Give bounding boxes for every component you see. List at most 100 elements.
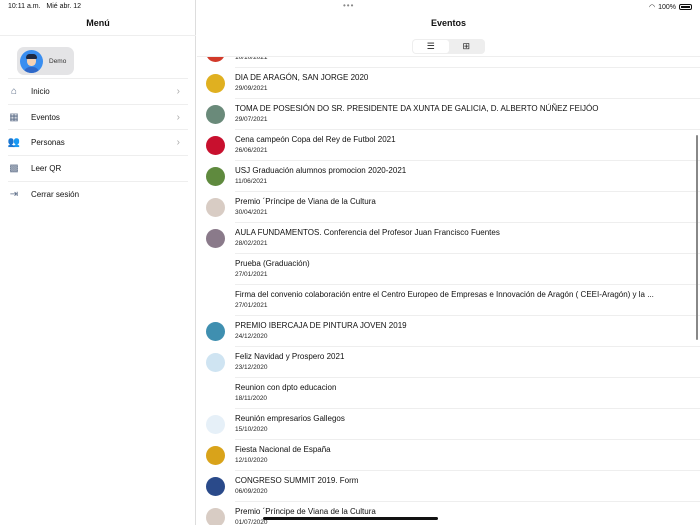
- event-list-item[interactable]: TOMA DE POSESIÓN DO SR. PRESIDENTE DA XU…: [197, 99, 700, 130]
- event-list-item[interactable]: PREMIO IBERCAJA DE PINTURA JOVEN 2019 24/…: [197, 316, 700, 347]
- event-list-item[interactable]: Feliz Navidad y Prospero 2021 23/12/2020: [197, 347, 700, 378]
- event-list-item[interactable]: USJ Graduación alumnos promocion 2020-20…: [197, 161, 700, 192]
- event-list-item[interactable]: AULA FUNDAMENTOS. Conferencia del Profes…: [197, 223, 700, 254]
- event-title: TOMA DE POSESIÓN DO SR. PRESIDENTE DA XU…: [235, 104, 599, 113]
- event-date: 01/07/2020: [235, 519, 268, 525]
- event-thumbnail: [206, 322, 225, 341]
- event-thumbnail: [206, 508, 225, 525]
- user-name: Demo: [49, 57, 67, 65]
- event-title: Premio ´Príncipe de Viana de la Cultura: [235, 197, 376, 206]
- events-list[interactable]: 10/10/2021 DIA DE ARAGÓN, SAN JORGE 2020 2…: [197, 56, 700, 525]
- event-date: 11/06/2021: [235, 178, 268, 185]
- event-thumbnail: [206, 446, 225, 465]
- scrollbar[interactable]: [696, 135, 698, 340]
- page-title: Eventos: [430, 18, 466, 28]
- grid-view-button[interactable]: ⊞: [449, 40, 485, 53]
- event-thumbnail: [206, 353, 225, 372]
- event-title: AULA FUNDAMENTOS. Conferencia del Profes…: [235, 228, 500, 237]
- event-thumbnail: [206, 105, 225, 124]
- event-thumbnail: [206, 167, 225, 186]
- event-title: Reunión empresarios Gallegos: [235, 414, 345, 423]
- battery-status: ◠ 100%: [649, 3, 692, 11]
- event-thumbnail: [206, 415, 225, 434]
- event-list-item[interactable]: Reunion con dpto educacion 18/11/2020: [197, 378, 700, 409]
- sidebar-item-label: Eventos: [31, 112, 60, 122]
- event-date: 12/10/2020: [235, 457, 268, 464]
- grid-view-icon: ⊞: [462, 41, 471, 51]
- battery-icon: [679, 4, 692, 10]
- event-list-item[interactable]: Fiesta Nacional de España 12/10/2020: [197, 440, 700, 471]
- event-date: 29/07/2021: [235, 116, 268, 123]
- event-title: PREMIO IBERCAJA DE PINTURA JOVEN 2019: [235, 321, 407, 330]
- chevron-right-icon: ›: [176, 111, 180, 123]
- sidebar: Menú Demo ⌂ Inicio › ▦ Eventos › 👥 Personas › ▩ Le…: [0, 0, 196, 525]
- sidebar-item-label: Leer QR: [31, 163, 62, 173]
- event-title: CONGRESO SUMMIT 2019. Form: [235, 476, 359, 485]
- wifi-icon: ◠: [648, 4, 656, 11]
- qr-code-icon: ▩: [9, 162, 19, 174]
- event-list-item[interactable]: 10/10/2021: [197, 57, 700, 68]
- event-date: 28/02/2021: [235, 240, 268, 247]
- event-date: 18/11/2020: [235, 395, 268, 402]
- event-title: Feliz Navidad y Prospero 2021: [235, 352, 345, 361]
- event-thumbnail: [206, 74, 225, 93]
- event-list-item[interactable]: Reunión empresarios Gallegos 15/10/2020: [197, 409, 700, 440]
- user-profile-button[interactable]: Demo: [17, 47, 74, 75]
- event-thumbnail: [206, 477, 225, 496]
- sidebar-item-label: Personas: [31, 138, 65, 148]
- avatar: [20, 49, 43, 73]
- people-icon: 👥: [7, 137, 21, 149]
- event-title: Reunion con dpto educacion: [235, 383, 337, 392]
- events-panel: Eventos ☰ ⊞ 10/10/2021 DIA DE ARAGÓN, SAN…: [197, 0, 700, 525]
- battery-percent: 100%: [658, 3, 676, 11]
- event-list-item[interactable]: Firma del convenio colaboración entre el…: [197, 285, 700, 316]
- sidebar-item-personas[interactable]: 👥 Personas ›: [8, 129, 188, 155]
- status-time: 10:11 a.m. Mié abr. 12: [8, 3, 81, 10]
- event-list-item[interactable]: Prueba (Graduación) 27/01/2021: [197, 254, 700, 285]
- sidebar-item-inicio[interactable]: ⌂ Inicio ›: [8, 78, 188, 104]
- event-list-item[interactable]: DIA DE ARAGÓN, SAN JORGE 2020 29/09/2021: [197, 68, 700, 99]
- event-title: Cena campeón Copa del Rey de Futbol 2021: [235, 135, 396, 144]
- sidebar-item-leer-qr[interactable]: ▩ Leer QR: [8, 155, 188, 181]
- list-view-icon: ☰: [426, 41, 435, 51]
- status-date: Mié abr. 12: [46, 3, 82, 10]
- event-title: Fiesta Nacional de España: [235, 445, 331, 454]
- event-date: 24/12/2020: [235, 333, 268, 340]
- sidebar-item-label: Cerrar sesión: [31, 189, 80, 199]
- event-thumbnail: [206, 57, 225, 62]
- divider: [0, 35, 196, 36]
- event-date: 27/01/2021: [235, 271, 268, 278]
- sidebar-menu: ⌂ Inicio › ▦ Eventos › 👥 Personas › ▩ Leer QR ⇥ Cerr…: [0, 78, 196, 206]
- chevron-right-icon: ›: [176, 85, 180, 97]
- event-list-item[interactable]: Premio ´Príncipe de Viana de la Cultura 3…: [197, 192, 700, 223]
- multitasking-dots[interactable]: •••: [343, 1, 354, 10]
- event-date: 15/10/2020: [235, 426, 268, 433]
- event-title: Prueba (Graduación): [235, 259, 310, 268]
- view-toggle: ☰ ⊞: [412, 39, 485, 54]
- sidebar-title: Menú: [86, 18, 110, 28]
- event-title: Firma del convenio colaboración entre el…: [235, 290, 654, 299]
- status-clock: 10:11 a.m.: [8, 3, 41, 10]
- event-date: 30/04/2021: [235, 209, 268, 216]
- event-title: Premio ´Príncipe de Viana de la Cultura: [235, 507, 376, 516]
- event-thumbnail: [206, 136, 225, 155]
- event-list-item[interactable]: Premio ´Príncipe de Viana de la Cultura 0…: [197, 502, 700, 525]
- event-date: 06/09/2020: [235, 488, 268, 495]
- chevron-right-icon: ›: [176, 137, 180, 149]
- sidebar-item-eventos[interactable]: ▦ Eventos ›: [8, 103, 188, 130]
- event-date: 26/06/2021: [235, 147, 268, 154]
- event-thumbnail: [206, 198, 225, 217]
- logout-icon: ⇥: [9, 188, 19, 200]
- home-icon: ⌂: [10, 85, 18, 97]
- status-bar: 10:11 a.m. Mié abr. 12 ••• ◠ 100%: [0, 0, 700, 14]
- event-title: DIA DE ARAGÓN, SAN JORGE 2020: [235, 73, 369, 82]
- event-title: USJ Graduación alumnos promocion 2020-20…: [235, 166, 407, 175]
- event-list-item[interactable]: CONGRESO SUMMIT 2019. Form 06/09/2020: [197, 471, 700, 502]
- event-date: 27/01/2021: [235, 302, 268, 309]
- event-list-item[interactable]: Cena campeón Copa del Rey de Futbol 2021…: [197, 130, 700, 161]
- list-view-button[interactable]: ☰: [413, 40, 449, 53]
- calendar-icon: ▦: [9, 111, 19, 123]
- event-date: 23/12/2020: [235, 364, 268, 371]
- sidebar-item-cerrar-sesi-n[interactable]: ⇥ Cerrar sesión: [8, 180, 188, 207]
- home-indicator[interactable]: [263, 517, 438, 520]
